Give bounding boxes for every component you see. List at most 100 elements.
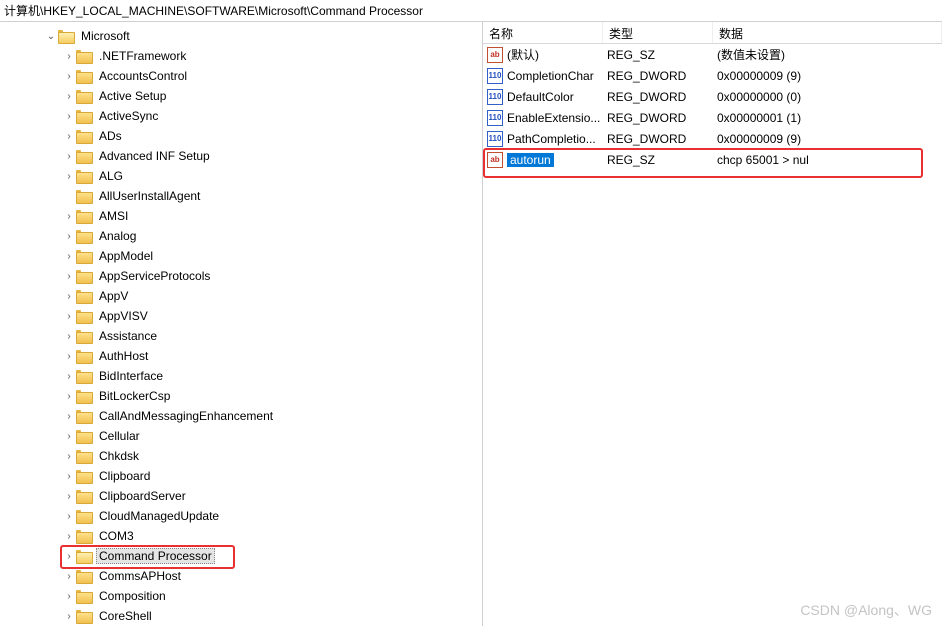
tree-item-chkdsk[interactable]: ›Chkdsk xyxy=(0,446,482,466)
value-row[interactable]: abautorunREG_SZchcp 65001 > nul xyxy=(483,149,942,170)
tree-item-bitlockercsp[interactable]: › BitLockerCsp xyxy=(0,386,482,406)
value-row[interactable]: 110DefaultColorREG_DWORD0x00000000 (0) xyxy=(483,86,942,107)
chevron-right-icon[interactable]: › xyxy=(62,291,76,302)
tree-label: CloudManagedUpdate xyxy=(96,508,222,524)
chevron-right-icon[interactable]: › xyxy=(62,391,76,402)
chevron-right-icon[interactable]: › xyxy=(62,71,76,82)
folder-icon xyxy=(76,209,92,223)
chevron-right-icon[interactable]: › xyxy=(62,311,76,322)
chevron-right-icon[interactable]: › xyxy=(62,571,76,582)
tree-label: Active Setup xyxy=(96,88,169,104)
value-name: (默认) xyxy=(507,46,607,63)
column-headers[interactable]: 名称 类型 数据 xyxy=(483,22,942,44)
col-name[interactable]: 名称 xyxy=(483,22,603,43)
folder-icon xyxy=(76,269,92,283)
binary-value-icon: 110 xyxy=(487,89,503,105)
chevron-right-icon[interactable]: › xyxy=(62,91,76,102)
tree-label: AMSI xyxy=(96,208,131,224)
tree-item-composition[interactable]: ›Composition xyxy=(0,586,482,606)
binary-value-icon: 110 xyxy=(487,110,503,126)
folder-icon xyxy=(76,249,92,263)
chevron-right-icon[interactable]: › xyxy=(62,511,76,522)
string-value-icon: ab xyxy=(487,152,503,168)
value-row[interactable]: 110EnableExtensio...REG_DWORD0x00000001 … xyxy=(483,107,942,128)
tree-item-assistance[interactable]: ›Assistance xyxy=(0,326,482,346)
value-row[interactable]: 110CompletionCharREG_DWORD0x00000009 (9) xyxy=(483,65,942,86)
tree-label: CallAndMessagingEnhancement xyxy=(96,408,276,424)
chevron-right-icon[interactable]: › xyxy=(62,551,76,562)
tree-item-callandmessagingenhancement[interactable]: › CallAndMessagingEnhancement xyxy=(0,406,482,426)
chevron-right-icon[interactable]: › xyxy=(62,371,76,382)
chevron-right-icon[interactable]: › xyxy=(62,151,76,162)
tree-label: ADs xyxy=(96,128,125,144)
tree-item-appmodel[interactable]: ›AppModel xyxy=(0,246,482,266)
tree-item-amsi[interactable]: › AMSI xyxy=(0,206,482,226)
tree-item-clipboardserver[interactable]: ›ClipboardServer xyxy=(0,486,482,506)
folder-icon xyxy=(76,69,92,83)
chevron-right-icon[interactable]: › xyxy=(62,591,76,602)
chevron-right-icon[interactable]: › xyxy=(62,231,76,242)
binary-value-icon: 110 xyxy=(487,68,503,84)
binary-value-icon: 110 xyxy=(487,131,503,147)
chevron-right-icon[interactable]: › xyxy=(62,111,76,122)
tree-label: AppServiceProtocols xyxy=(96,268,213,284)
tree-item--netframework[interactable]: ›.NETFramework xyxy=(0,46,482,66)
folder-icon xyxy=(76,449,92,463)
tree-item-alluserinstallagent[interactable]: AllUserInstallAgent xyxy=(0,186,482,206)
tree-item-alg[interactable]: ›ALG xyxy=(0,166,482,186)
folder-icon xyxy=(76,109,92,123)
tree-pane[interactable]: ⌄Microsoft›.NETFramework›AccountsControl… xyxy=(0,22,483,626)
tree-item-clipboard[interactable]: ›Clipboard xyxy=(0,466,482,486)
chevron-right-icon[interactable]: › xyxy=(62,171,76,182)
tree-item-coreshell[interactable]: ›CoreShell xyxy=(0,606,482,626)
values-pane[interactable]: 名称 类型 数据 ab(默认)REG_SZ(数值未设置)110Completio… xyxy=(483,22,942,626)
value-type: REG_SZ xyxy=(607,153,717,167)
value-row[interactable]: ab(默认)REG_SZ(数值未设置) xyxy=(483,44,942,65)
tree-label: AccountsControl xyxy=(96,68,190,84)
tree-item-appv[interactable]: ›AppV xyxy=(0,286,482,306)
chevron-right-icon[interactable]: › xyxy=(62,611,76,622)
chevron-right-icon[interactable]: › xyxy=(62,331,76,342)
col-type[interactable]: 类型 xyxy=(603,22,713,43)
tree-item-accountscontrol[interactable]: › AccountsControl xyxy=(0,66,482,86)
tree-item-cellular[interactable]: ›Cellular xyxy=(0,426,482,446)
value-data: 0x00000000 (0) xyxy=(717,90,942,104)
chevron-right-icon[interactable]: › xyxy=(62,51,76,62)
tree-item-appserviceprotocols[interactable]: › AppServiceProtocols xyxy=(0,266,482,286)
chevron-right-icon[interactable]: › xyxy=(62,211,76,222)
tree-item-com3[interactable]: ›COM3 xyxy=(0,526,482,546)
chevron-right-icon[interactable]: › xyxy=(62,491,76,502)
chevron-right-icon[interactable]: › xyxy=(62,451,76,462)
folder-icon xyxy=(76,589,92,603)
tree-item-cloudmanagedupdate[interactable]: › CloudManagedUpdate xyxy=(0,506,482,526)
tree-item-commsaphost[interactable]: ›CommsAPHost xyxy=(0,566,482,586)
chevron-right-icon[interactable]: › xyxy=(62,271,76,282)
tree-item-appvisv[interactable]: ›AppVISV xyxy=(0,306,482,326)
tree-item-command-processor[interactable]: › Command Processor xyxy=(0,546,482,566)
value-type: REG_SZ xyxy=(607,48,717,62)
tree-item-ads[interactable]: › ADs xyxy=(0,126,482,146)
tree-item-microsoft[interactable]: ⌄Microsoft xyxy=(0,26,482,46)
chevron-right-icon[interactable]: › xyxy=(62,431,76,442)
tree-item-activesync[interactable]: ›ActiveSync xyxy=(0,106,482,126)
chevron-right-icon[interactable]: › xyxy=(62,531,76,542)
chevron-right-icon[interactable]: › xyxy=(62,351,76,362)
folder-icon xyxy=(76,489,92,503)
chevron-right-icon[interactable]: › xyxy=(62,471,76,482)
address-bar[interactable]: 计算机\HKEY_LOCAL_MACHINE\SOFTWARE\Microsof… xyxy=(0,0,942,22)
tree-label: BitLockerCsp xyxy=(96,388,173,404)
chevron-right-icon[interactable]: › xyxy=(62,131,76,142)
tree-item-advanced-inf-setup[interactable]: ›Advanced INF Setup xyxy=(0,146,482,166)
chevron-right-icon[interactable]: › xyxy=(62,251,76,262)
tree-item-analog[interactable]: ›Analog xyxy=(0,226,482,246)
tree-item-active-setup[interactable]: › Active Setup xyxy=(0,86,482,106)
chevron-right-icon[interactable]: › xyxy=(62,411,76,422)
chevron-down-icon[interactable]: ⌄ xyxy=(44,31,58,42)
col-data[interactable]: 数据 xyxy=(713,22,942,43)
tree-item-authhost[interactable]: ›AuthHost xyxy=(0,346,482,366)
value-row[interactable]: 110PathCompletio...REG_DWORD0x00000009 (… xyxy=(483,128,942,149)
folder-icon xyxy=(76,289,92,303)
folder-icon xyxy=(58,29,74,43)
tree-label: Command Processor xyxy=(96,548,215,564)
tree-item-bidinterface[interactable]: ›BidInterface xyxy=(0,366,482,386)
